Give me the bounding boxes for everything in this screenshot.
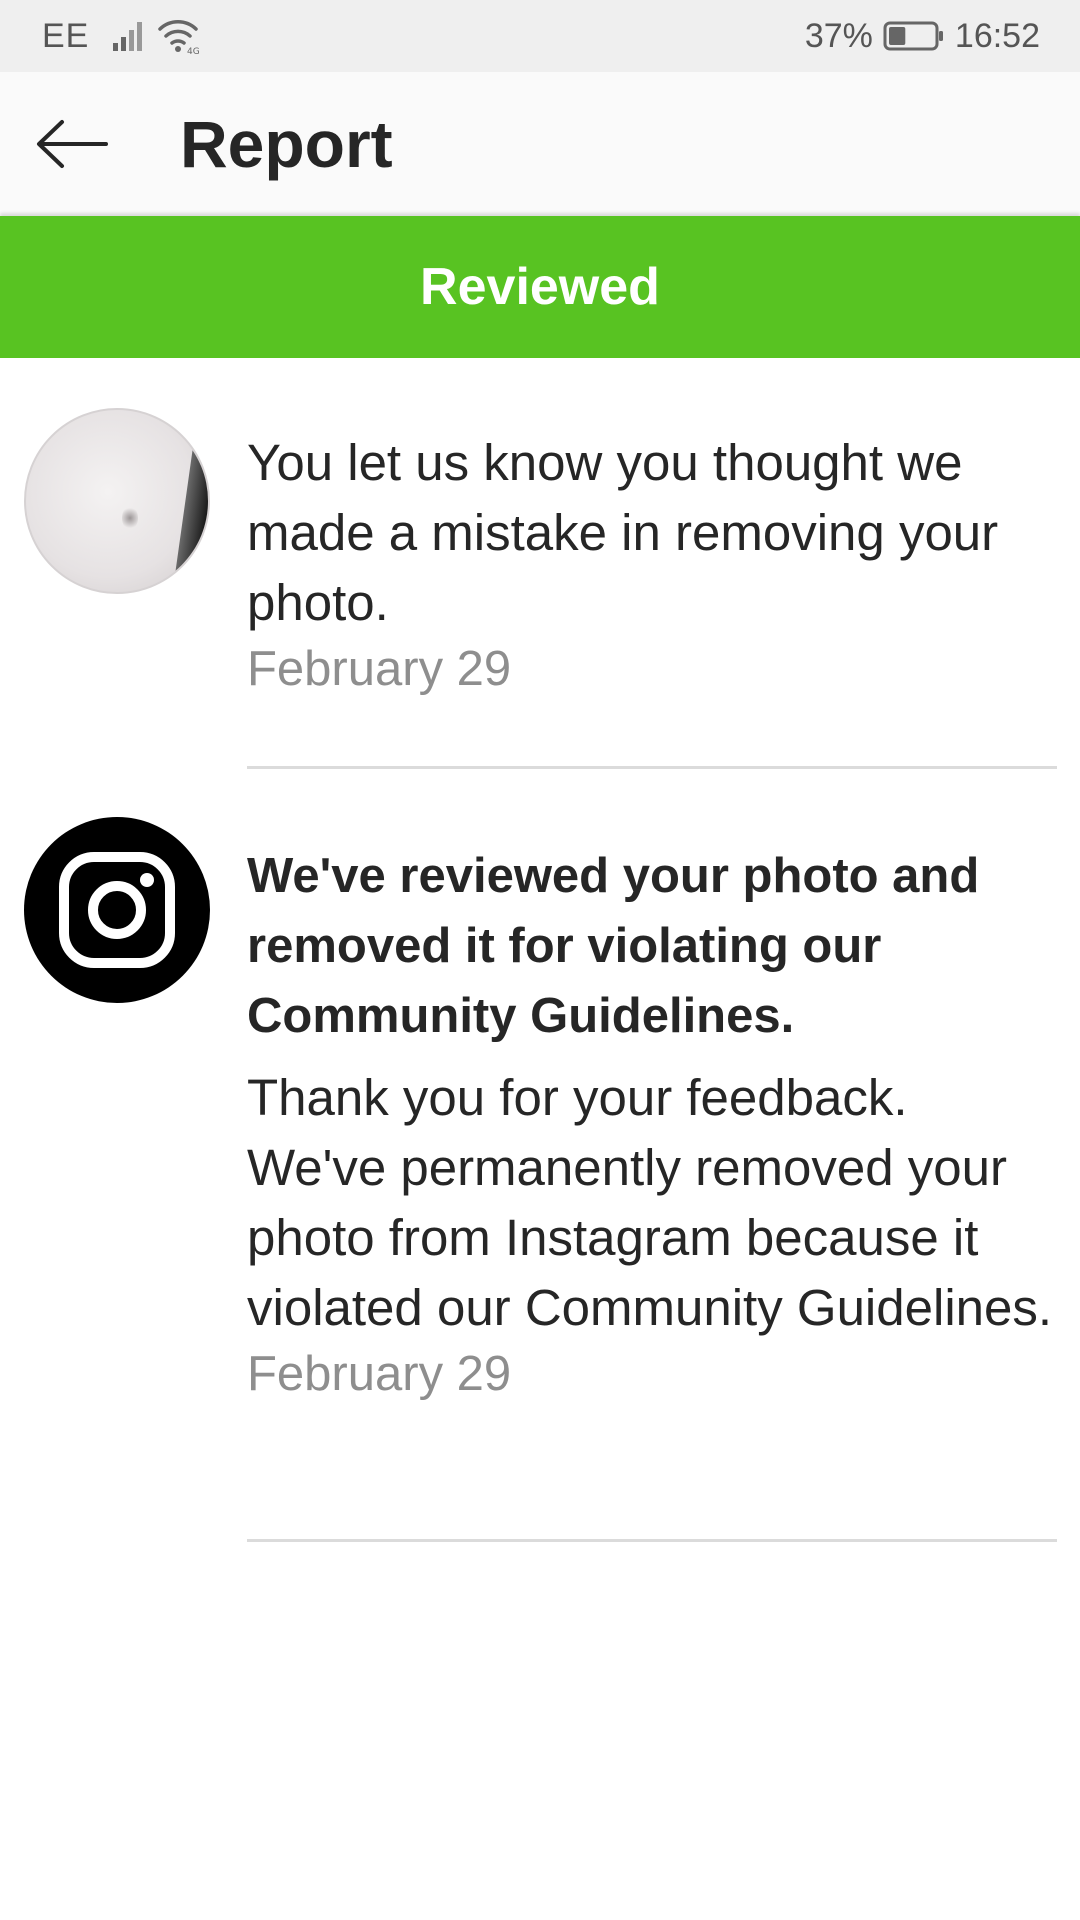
signal-icon — [113, 22, 143, 51]
svg-text:4G: 4G — [187, 47, 199, 55]
instagram-icon — [59, 852, 175, 968]
carrier-label: EE — [42, 16, 90, 55]
report-item-appeal: You let us know you thought we made a mi… — [0, 358, 1080, 768]
wifi-icon: 4G — [158, 20, 199, 55]
decision-message: Thank you for your feedback. We've perma… — [247, 1069, 1053, 1336]
report-item-text: We've reviewed your photo and removed it… — [247, 841, 1057, 1407]
status-banner: Reviewed — [0, 216, 1080, 358]
reported-photo-thumbnail[interactable] — [24, 408, 210, 594]
battery-percent: 37% — [804, 16, 873, 55]
report-date: February 29 — [247, 642, 512, 696]
instagram-avatar — [24, 817, 210, 1003]
decision-title: We've reviewed your photo and removed it… — [247, 849, 980, 1043]
divider — [247, 1539, 1057, 1542]
photo-detail — [122, 506, 138, 530]
battery-icon — [883, 21, 943, 51]
clock: 16:52 — [954, 16, 1040, 55]
report-message: You let us know you thought we made a mi… — [247, 434, 999, 631]
app-header: Report — [0, 72, 1080, 216]
status-left: EE 4G — [42, 0, 199, 72]
back-button[interactable] — [24, 108, 120, 180]
back-arrow-icon — [37, 120, 108, 168]
decision-date: February 29 — [247, 1347, 512, 1401]
report-item-text: You let us know you thought we made a mi… — [247, 428, 1057, 702]
report-item-decision: We've reviewed your photo and removed it… — [0, 769, 1080, 1539]
status-banner-label: Reviewed — [420, 258, 660, 316]
status-right: 37% 16:52 — [805, 0, 1040, 72]
page-title: Report — [180, 107, 393, 181]
status-bar: EE 4G 37% 16:52 — [0, 0, 1080, 72]
photo-edge — [170, 440, 208, 592]
